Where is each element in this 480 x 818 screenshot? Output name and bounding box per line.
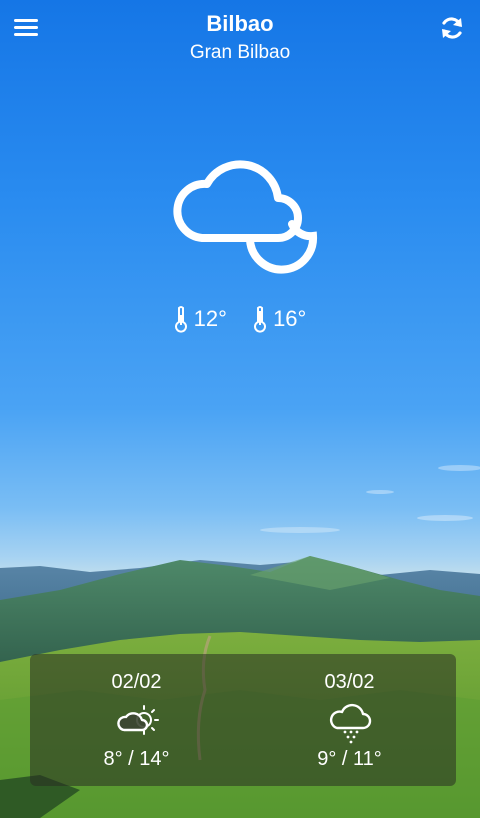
forecast-range: 9° / 11° bbox=[317, 748, 382, 770]
min-temperature: 12° bbox=[174, 305, 227, 333]
thermometer-icon bbox=[174, 306, 187, 333]
forecast-card: 02/02 8° / 14° 03/02 9° / 11° bbox=[30, 654, 456, 786]
forecast-day[interactable]: 02/02 8° / 14° bbox=[30, 654, 243, 786]
max-temperature-value: 16° bbox=[273, 306, 307, 331]
max-temperature: 16° bbox=[253, 305, 306, 333]
top-bar: Bilbao Gran Bilbao bbox=[0, 0, 480, 70]
cloud-sun-icon bbox=[117, 705, 159, 735]
forecast-range: 8° / 14° bbox=[103, 748, 170, 770]
min-temperature-value: 12° bbox=[193, 306, 227, 331]
city-name: Bilbao bbox=[206, 11, 274, 36]
cloud-drizzle-icon bbox=[329, 703, 372, 744]
current-temperatures: 12° 16° bbox=[0, 305, 480, 339]
refresh-icon[interactable] bbox=[438, 14, 466, 42]
cloud-moon-icon bbox=[173, 160, 318, 274]
forecast-date: 02/02 bbox=[111, 671, 162, 693]
forecast-day[interactable]: 03/02 9° / 11° bbox=[243, 654, 456, 786]
forecast-date: 03/02 bbox=[324, 671, 375, 693]
region-name: Gran Bilbao bbox=[189, 42, 291, 63]
thermometer-icon bbox=[254, 306, 267, 333]
